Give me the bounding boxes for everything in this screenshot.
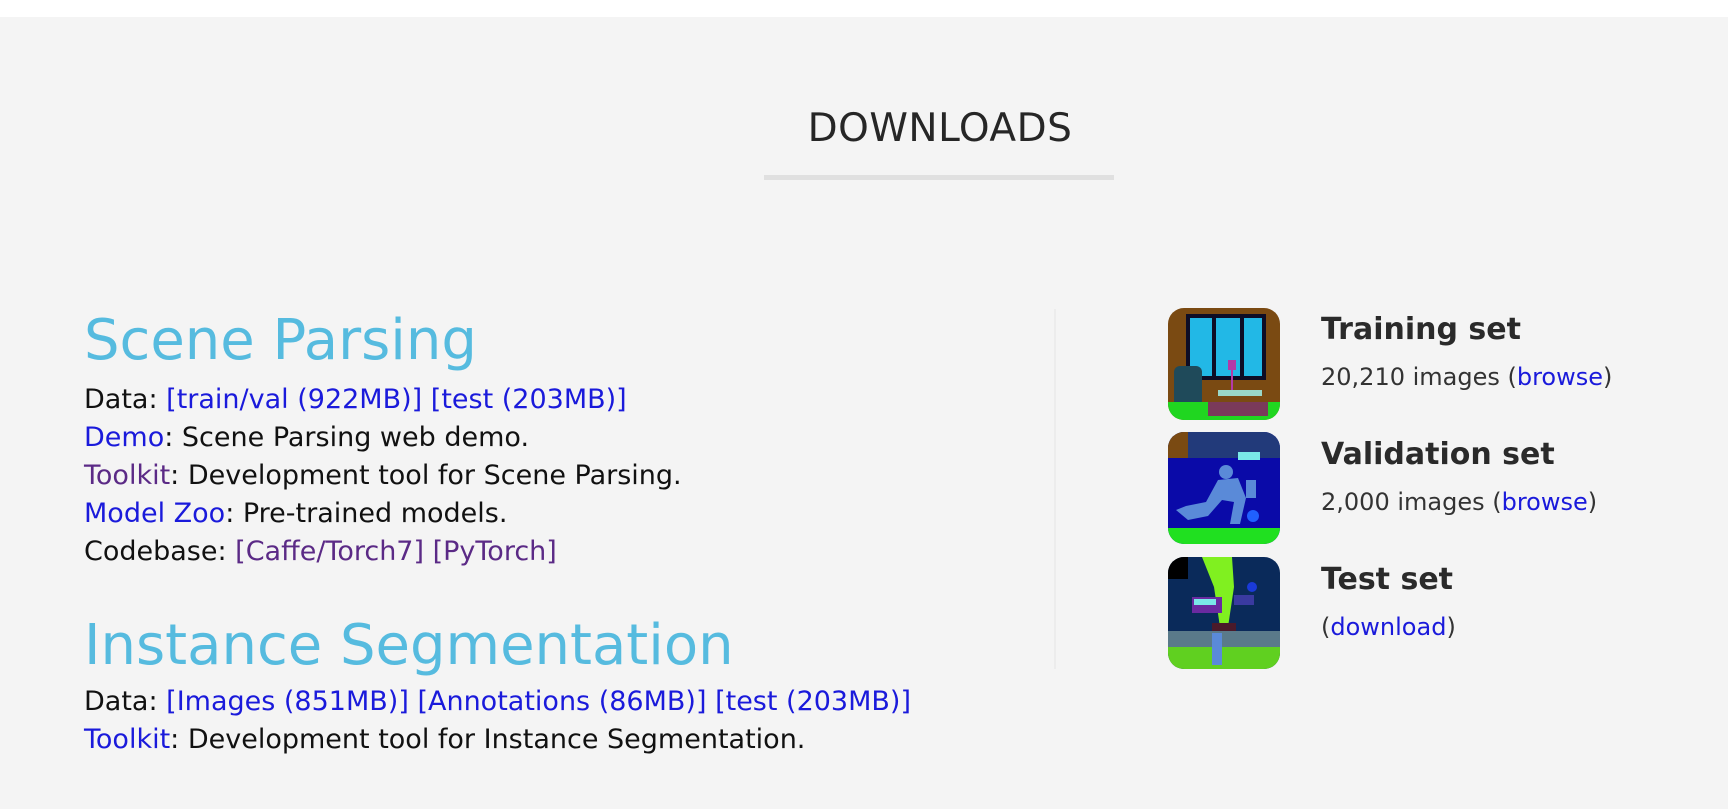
images-download-link[interactable]: [Images (851MB)] (166, 686, 409, 717)
caffe-torch7-link[interactable]: [Caffe/Torch7] (235, 536, 424, 567)
codebase-line: Codebase: [Caffe/Torch7] [PyTorch] (84, 538, 557, 565)
demo-description: : Scene Parsing web demo. (164, 422, 530, 453)
training-thumbnail[interactable] (1168, 308, 1280, 420)
scene-data-label: Data: (84, 384, 167, 415)
instance-test-download-link[interactable]: [test (203MB)] (715, 686, 911, 717)
instance-toolkit-line: Toolkit: Development tool for Instance S… (84, 726, 805, 753)
column-divider (1054, 309, 1056, 669)
instance-toolkit-link[interactable]: Toolkit (84, 724, 170, 755)
test-thumbnail[interactable] (1168, 557, 1280, 669)
training-count: 20,210 images ( (1321, 363, 1517, 391)
test-set-title: Test set (1321, 562, 1454, 597)
test-paren-open: ( (1321, 613, 1331, 641)
scene-data-line: Data: [train/val (922MB)] [test (203MB)] (84, 386, 627, 413)
scene-parsing-heading: Scene Parsing (84, 308, 477, 373)
top-bar (0, 0, 1728, 17)
validation-thumbnail[interactable] (1168, 432, 1280, 544)
codebase-label: Codebase: (84, 536, 236, 567)
validation-set-info: 2,000 images (browse) (1321, 488, 1597, 516)
scene-toolkit-link[interactable]: Toolkit (84, 460, 170, 491)
training-paren-close: ) (1603, 363, 1613, 391)
training-set-info: 20,210 images (browse) (1321, 363, 1612, 391)
model-zoo-link[interactable]: Model Zoo (84, 498, 225, 529)
test-set-info: (download) (1321, 613, 1456, 641)
training-browse-link[interactable]: browse (1517, 363, 1603, 391)
validation-count: 2,000 images ( (1321, 488, 1502, 516)
test-download-link[interactable]: download (1330, 613, 1446, 641)
instance-data-label: Data: (84, 686, 167, 717)
demo-link[interactable]: Demo (84, 422, 164, 453)
test-paren-close: ) (1446, 613, 1456, 641)
scene-demo-line: Demo: Scene Parsing web demo. (84, 424, 529, 451)
validation-paren-close: ) (1587, 488, 1598, 516)
validation-set-title: Validation set (1321, 437, 1555, 472)
title-underline (764, 175, 1114, 180)
pytorch-link[interactable]: [PyTorch] (433, 536, 557, 567)
scene-toolkit-description: : Development tool for Scene Parsing. (170, 460, 682, 491)
training-set-title: Training set (1321, 312, 1521, 347)
scene-test-download-link[interactable]: [test (203MB)] (431, 384, 627, 415)
instance-segmentation-heading: Instance Segmentation (84, 613, 734, 678)
model-zoo-line: Model Zoo: Pre-trained models. (84, 500, 507, 527)
validation-browse-link[interactable]: browse (1502, 488, 1588, 516)
model-zoo-description: : Pre-trained models. (225, 498, 508, 529)
train-val-download-link[interactable]: [train/val (922MB)] (166, 384, 422, 415)
annotations-download-link[interactable]: [Annotations (86MB)] (417, 686, 706, 717)
page-title: DOWNLOADS (807, 106, 1073, 151)
instance-toolkit-description: : Development tool for Instance Segmenta… (170, 724, 806, 755)
scene-toolkit-line: Toolkit: Development tool for Scene Pars… (84, 462, 682, 489)
instance-data-line: Data: [Images (851MB)] [Annotations (86M… (84, 688, 911, 715)
